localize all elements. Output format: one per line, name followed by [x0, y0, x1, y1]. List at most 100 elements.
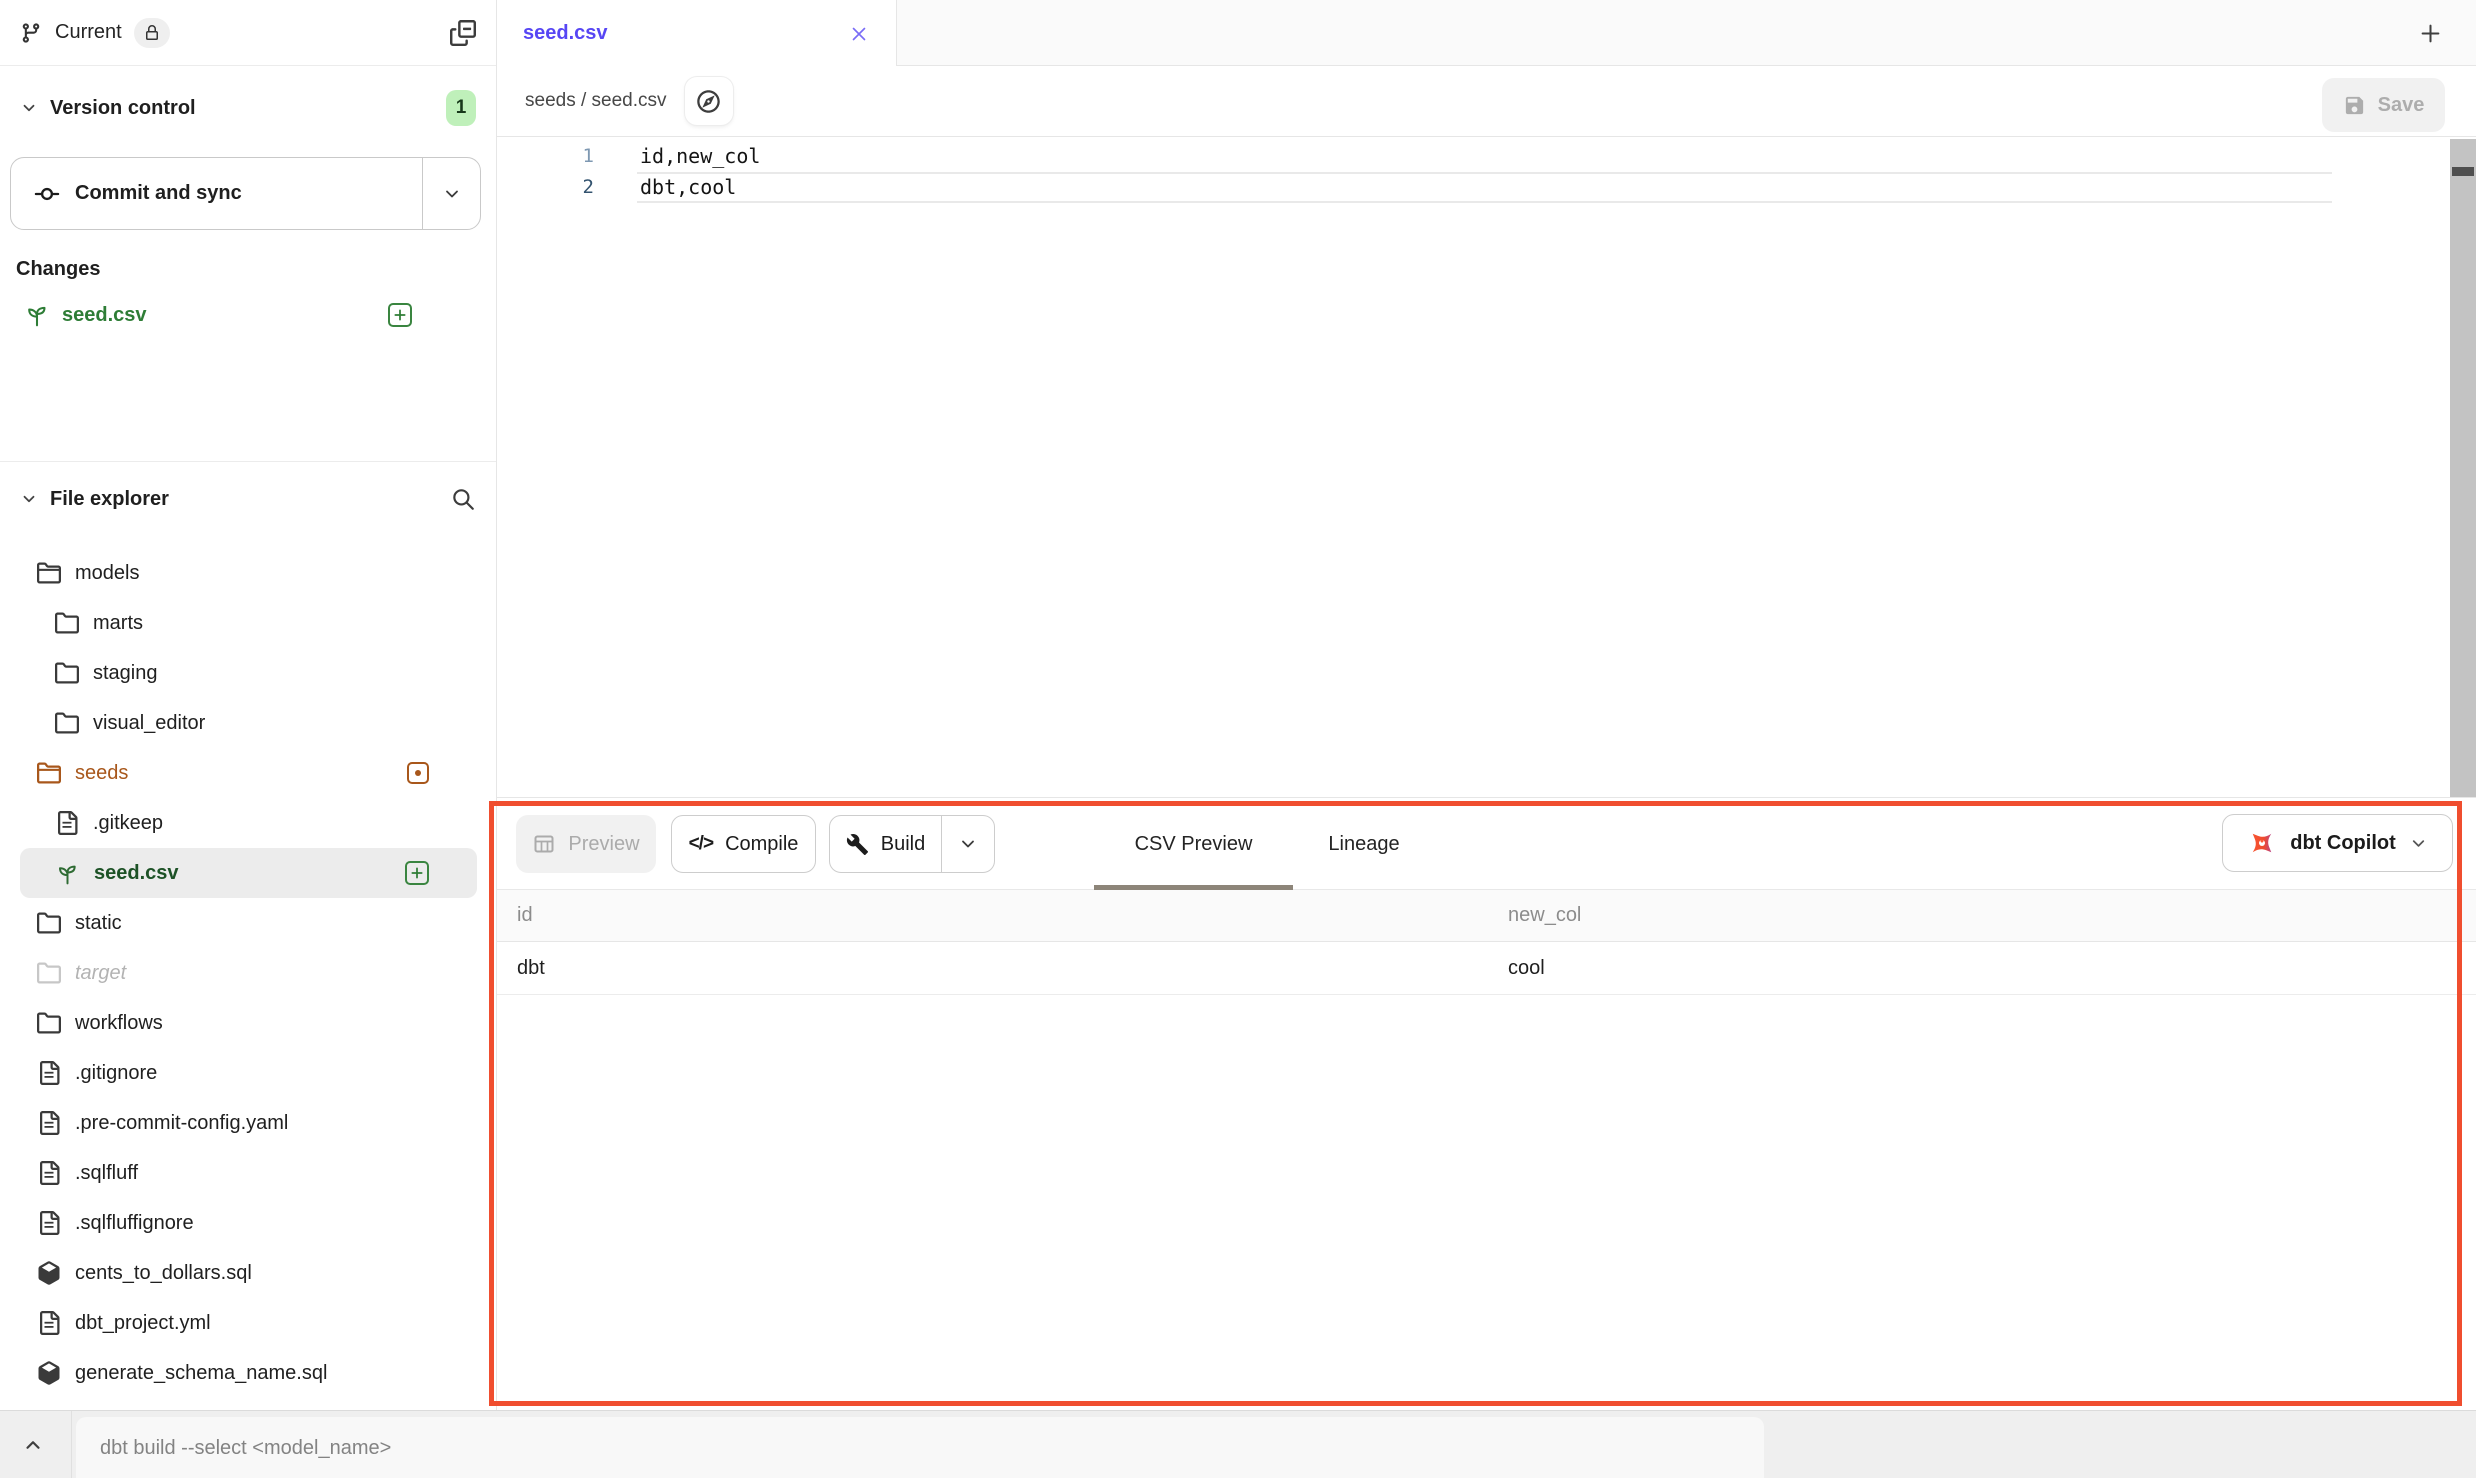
seed-icon	[55, 861, 80, 886]
folder-icon	[37, 1011, 61, 1035]
file-tree-item--sqlfluff[interactable]: .sqlfluff	[20, 1148, 477, 1198]
file-explorer-header[interactable]: File explorer	[0, 476, 496, 522]
results-panel: Preview </> Compile Build CSV Preview Li…	[497, 797, 2476, 1410]
table-grid-icon	[532, 832, 556, 856]
dbt-copilot-button[interactable]: dbt Copilot	[2222, 814, 2453, 872]
file-tree-item--sqlfluffignore[interactable]: .sqlfluffignore	[20, 1198, 477, 1248]
file-tree-item-staging[interactable]: staging	[20, 648, 477, 698]
close-tab-icon[interactable]	[848, 23, 870, 45]
version-control-header[interactable]: Version control 1	[0, 86, 496, 130]
floppy-save-icon	[2343, 94, 2366, 117]
code-line-1[interactable]: 1id,new_col	[497, 141, 2476, 172]
build-options-caret[interactable]	[941, 816, 994, 872]
copilot-compass-icon[interactable]	[685, 77, 733, 125]
duplicate-icon[interactable]	[450, 20, 476, 46]
branch-header: Current	[0, 0, 496, 66]
tab-csv-preview[interactable]: CSV Preview	[1094, 798, 1293, 890]
file-icon	[37, 1211, 61, 1235]
modified-folder-badge	[407, 762, 429, 784]
seedling-icon	[24, 302, 50, 328]
file-icon	[37, 1111, 61, 1135]
commit-button-label: Commit and sync	[75, 182, 242, 205]
save-button-label: Save	[2378, 94, 2425, 117]
commit-icon	[33, 180, 61, 208]
file-tree-item-seeds[interactable]: seeds	[20, 748, 477, 798]
editor-tabstrip: seed.csv	[497, 0, 2476, 66]
sidebar: Current Version control 1 Commit	[0, 0, 497, 1410]
csv-preview-table: idnew_coldbtcool	[497, 890, 2476, 995]
code-brackets-icon: </>	[689, 833, 713, 855]
command-placeholder: dbt build --select <model_name>	[100, 1437, 391, 1460]
chevron-down-icon	[2409, 834, 2428, 853]
panel-toolbar: Preview </> Compile Build CSV Preview Li…	[497, 798, 2476, 890]
file-tree-item-visual-editor[interactable]: visual_editor	[20, 698, 477, 748]
changed-file-name: seed.csv	[62, 304, 147, 327]
file-tree-item--pre-commit-config-yaml[interactable]: .pre-commit-config.yaml	[20, 1098, 477, 1148]
lock-icon	[144, 25, 160, 41]
folder-icon	[37, 911, 61, 935]
preview-button[interactable]: Preview	[516, 815, 656, 873]
file-tree-item-cents-to-dollars-sql[interactable]: cents_to_dollars.sql	[20, 1248, 477, 1298]
folder-icon	[55, 661, 79, 685]
file-tree-item-generate-schema-name-sql[interactable]: generate_schema_name.sql	[20, 1348, 477, 1398]
file-tree-item-models[interactable]: models	[20, 548, 477, 598]
command-input[interactable]: dbt build --select <model_name>	[76, 1417, 1764, 1478]
scrollbar-thumb[interactable]	[2452, 167, 2474, 176]
file-icon	[37, 1061, 61, 1085]
col-header-id: id	[517, 890, 533, 941]
git-branch-icon	[20, 22, 42, 44]
chevron-down-icon	[20, 99, 38, 117]
dbt-copilot-icon	[2247, 828, 2277, 858]
new-tab-icon[interactable]	[2417, 20, 2444, 47]
dbt-ide-app: Current Version control 1 Commit	[0, 0, 2476, 1478]
file-tree-item-seed-csv[interactable]: seed.csv	[20, 848, 477, 898]
breadcrumb: seeds / seed.csv	[525, 90, 667, 112]
search-icon[interactable]	[450, 486, 476, 512]
commit-and-sync-button[interactable]: Commit and sync	[10, 157, 481, 230]
dbt-copilot-label: dbt Copilot	[2290, 832, 2396, 855]
version-control-title: Version control	[50, 97, 196, 120]
tab-seed-csv[interactable]: seed.csv	[497, 0, 897, 67]
added-file-badge	[388, 303, 412, 327]
folder-icon	[37, 961, 61, 985]
table-header-row: idnew_col	[497, 890, 2476, 942]
changed-file-row[interactable]: seed.csv	[0, 293, 480, 337]
status-bar: dbt build --select <model_name>	[0, 1410, 2476, 1478]
wrench-icon	[846, 833, 869, 856]
folder-open-icon	[37, 761, 61, 785]
chevron-up-icon[interactable]	[22, 1434, 44, 1456]
build-button-label: Build	[881, 833, 925, 856]
sidebar-divider	[0, 461, 496, 462]
model-icon	[37, 1361, 61, 1385]
breadcrumb-bar: seeds / seed.csv Save	[497, 66, 2476, 137]
added-file-badge	[405, 861, 429, 885]
branch-name: Current	[55, 21, 122, 44]
chevron-down-icon	[20, 490, 38, 508]
folder-open-icon	[37, 561, 61, 585]
editor-scrollbar[interactable]	[2450, 139, 2476, 797]
file-icon	[37, 1311, 61, 1335]
file-icon	[55, 811, 79, 835]
commit-options-caret[interactable]	[422, 158, 480, 229]
file-tree: modelsmartsstagingvisual_editorseeds.git…	[0, 548, 496, 1398]
tab-lineage[interactable]: Lineage	[1293, 798, 1435, 890]
changes-count-badge: 1	[446, 90, 476, 126]
code-line-2[interactable]: 2dbt,cool	[497, 172, 2476, 203]
compile-button[interactable]: </> Compile	[671, 815, 816, 873]
changes-section-label: Changes	[16, 258, 100, 281]
code-editor[interactable]: 1id,new_col2dbt,cool	[497, 138, 2476, 797]
statusbar-divider	[71, 1411, 72, 1478]
build-button[interactable]: Build	[829, 815, 995, 873]
model-icon	[37, 1261, 61, 1285]
file-tree-item-static[interactable]: static	[20, 898, 477, 948]
file-tree-item-dbt-project-yml[interactable]: dbt_project.yml	[20, 1298, 477, 1348]
file-tree-item--gitignore[interactable]: .gitignore	[20, 1048, 477, 1098]
file-explorer-title: File explorer	[50, 488, 169, 511]
save-button[interactable]: Save	[2322, 78, 2445, 132]
file-tree-item-target[interactable]: target	[20, 948, 477, 998]
file-tree-item-marts[interactable]: marts	[20, 598, 477, 648]
tab-label: seed.csv	[523, 22, 608, 45]
file-tree-item--gitkeep[interactable]: .gitkeep	[20, 798, 477, 848]
file-tree-item-workflows[interactable]: workflows	[20, 998, 477, 1048]
table-row[interactable]: dbtcool	[497, 942, 2476, 995]
